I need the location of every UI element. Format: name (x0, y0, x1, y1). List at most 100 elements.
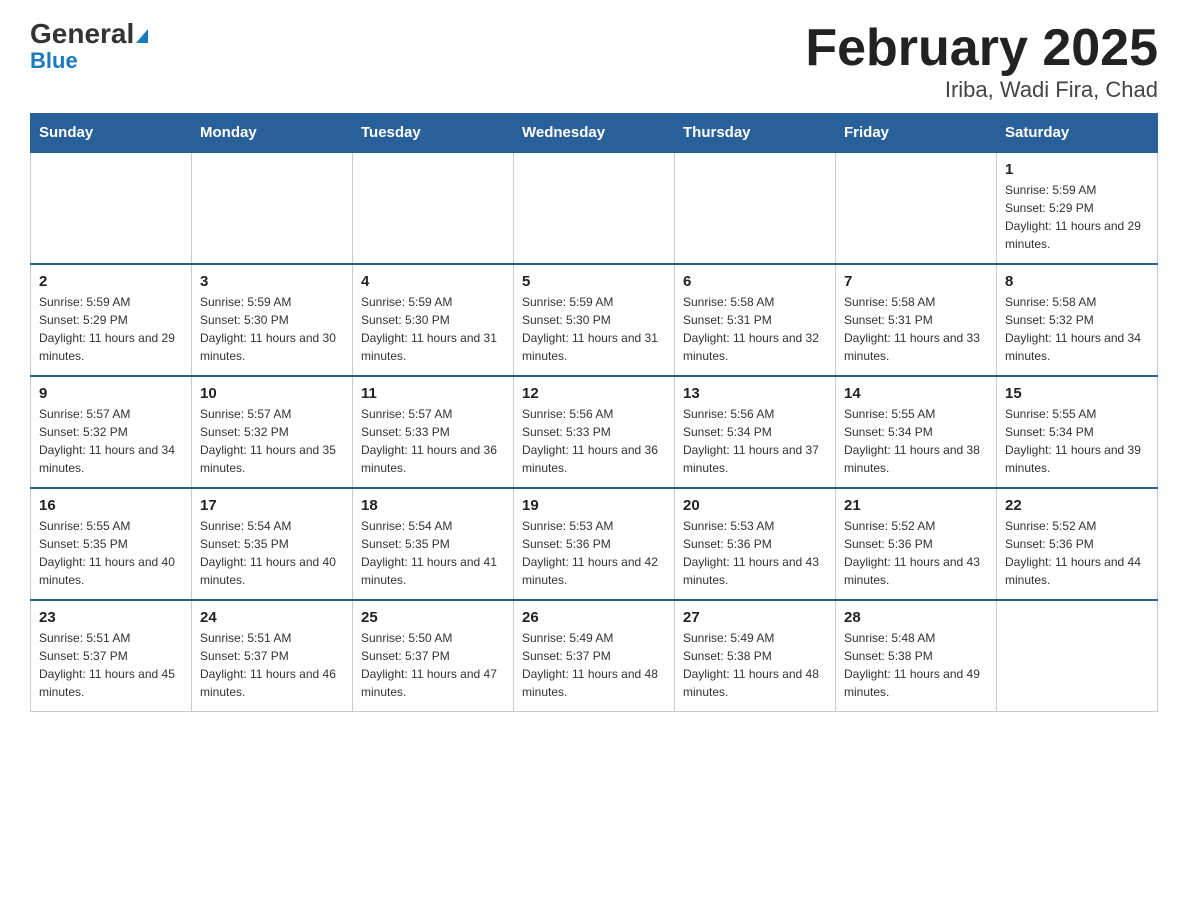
calendar-week-1: 1 Sunrise: 5:59 AMSunset: 5:29 PMDaylight… (31, 152, 1158, 264)
calendar-cell-w3-d6: 14 Sunrise: 5:55 AMSunset: 5:34 PMDayligh… (836, 376, 997, 488)
calendar-subtitle: Iriba, Wadi Fira, Chad (805, 77, 1158, 103)
day-info: Sunrise: 5:59 AMSunset: 5:29 PMDaylight:… (1005, 181, 1149, 253)
calendar-cell-w3-d4: 12 Sunrise: 5:56 AMSunset: 5:33 PMDayligh… (514, 376, 675, 488)
col-wednesday: Wednesday (514, 114, 675, 153)
day-info: Sunrise: 5:49 AMSunset: 5:38 PMDaylight:… (683, 629, 827, 701)
day-number: 24 (200, 609, 344, 626)
calendar-cell-w1-d1 (31, 152, 192, 264)
day-info: Sunrise: 5:52 AMSunset: 5:36 PMDaylight:… (1005, 517, 1149, 589)
day-info: Sunrise: 5:48 AMSunset: 5:38 PMDaylight:… (844, 629, 988, 701)
day-number: 23 (39, 609, 183, 626)
page-header: General Blue February 2025 Iriba, Wadi F… (30, 20, 1158, 103)
logo-general-text: General (30, 20, 148, 48)
calendar-cell-w4-d5: 20 Sunrise: 5:53 AMSunset: 5:36 PMDayligh… (675, 488, 836, 600)
calendar-cell-w5-d7 (997, 600, 1158, 712)
day-info: Sunrise: 5:56 AMSunset: 5:33 PMDaylight:… (522, 405, 666, 477)
calendar-cell-w2-d6: 7Sunrise: 5:58 AMSunset: 5:31 PMDaylight… (836, 264, 997, 376)
day-info: Sunrise: 5:51 AMSunset: 5:37 PMDaylight:… (200, 629, 344, 701)
calendar-cell-w3-d7: 15 Sunrise: 5:55 AMSunset: 5:34 PMDayligh… (997, 376, 1158, 488)
calendar-cell-w5-d6: 28 Sunrise: 5:48 AMSunset: 5:38 PMDayligh… (836, 600, 997, 712)
day-number: 4 (361, 273, 505, 290)
calendar-week-2: 2 Sunrise: 5:59 AMSunset: 5:29 PMDaylight… (31, 264, 1158, 376)
calendar-cell-w1-d5 (675, 152, 836, 264)
day-info: Sunrise: 5:55 AMSunset: 5:35 PMDaylight:… (39, 517, 183, 589)
calendar-week-4: 16Sunrise: 5:55 AMSunset: 5:35 PMDayligh… (31, 488, 1158, 600)
day-number: 1 (1005, 161, 1149, 178)
day-info: Sunrise: 5:49 AMSunset: 5:37 PMDaylight:… (522, 629, 666, 701)
day-info: Sunrise: 5:55 AMSunset: 5:34 PMDaylight:… (1005, 405, 1149, 477)
calendar-cell-w3-d5: 13 Sunrise: 5:56 AMSunset: 5:34 PMDayligh… (675, 376, 836, 488)
day-number: 25 (361, 609, 505, 626)
day-info: Sunrise: 5:57 AMSunset: 5:33 PMDaylight:… (361, 405, 505, 477)
calendar-cell-w2-d4: 5 Sunrise: 5:59 AMSunset: 5:30 PMDaylight… (514, 264, 675, 376)
day-info: Sunrise: 5:55 AMSunset: 5:34 PMDaylight:… (844, 405, 988, 477)
calendar-cell-w4-d1: 16Sunrise: 5:55 AMSunset: 5:35 PMDayligh… (31, 488, 192, 600)
day-number: 3 (200, 273, 344, 290)
calendar-cell-w3-d3: 11Sunrise: 5:57 AMSunset: 5:33 PMDayligh… (353, 376, 514, 488)
calendar-cell-w2-d2: 3 Sunrise: 5:59 AMSunset: 5:30 PMDaylight… (192, 264, 353, 376)
calendar-cell-w4-d2: 17 Sunrise: 5:54 AMSunset: 5:35 PMDayligh… (192, 488, 353, 600)
col-friday: Friday (836, 114, 997, 153)
calendar-week-5: 23 Sunrise: 5:51 AMSunset: 5:37 PMDayligh… (31, 600, 1158, 712)
day-number: 20 (683, 497, 827, 514)
title-block: February 2025 Iriba, Wadi Fira, Chad (805, 20, 1158, 103)
calendar-cell-w3-d2: 10 Sunrise: 5:57 AMSunset: 5:32 PMDayligh… (192, 376, 353, 488)
calendar-cell-w1-d2 (192, 152, 353, 264)
day-number: 13 (683, 385, 827, 402)
day-number: 9 (39, 385, 183, 402)
day-info: Sunrise: 5:56 AMSunset: 5:34 PMDaylight:… (683, 405, 827, 477)
day-info: Sunrise: 5:59 AMSunset: 5:30 PMDaylight:… (361, 293, 505, 365)
day-number: 19 (522, 497, 666, 514)
day-number: 15 (1005, 385, 1149, 402)
day-info: Sunrise: 5:57 AMSunset: 5:32 PMDaylight:… (200, 405, 344, 477)
day-number: 2 (39, 273, 183, 290)
day-number: 14 (844, 385, 988, 402)
day-number: 10 (200, 385, 344, 402)
col-sunday: Sunday (31, 114, 192, 153)
day-number: 27 (683, 609, 827, 626)
calendar-cell-w5-d4: 26 Sunrise: 5:49 AMSunset: 5:37 PMDayligh… (514, 600, 675, 712)
calendar-cell-w1-d3 (353, 152, 514, 264)
col-saturday: Saturday (997, 114, 1158, 153)
day-number: 5 (522, 273, 666, 290)
day-info: Sunrise: 5:54 AMSunset: 5:35 PMDaylight:… (361, 517, 505, 589)
day-number: 12 (522, 385, 666, 402)
calendar-title: February 2025 (805, 20, 1158, 77)
day-number: 22 (1005, 497, 1149, 514)
logo-triangle-icon (136, 29, 148, 43)
day-number: 17 (200, 497, 344, 514)
logo: General Blue (30, 20, 148, 72)
day-info: Sunrise: 5:53 AMSunset: 5:36 PMDaylight:… (522, 517, 666, 589)
calendar-cell-w4-d7: 22 Sunrise: 5:52 AMSunset: 5:36 PMDayligh… (997, 488, 1158, 600)
calendar-cell-w2-d7: 8 Sunrise: 5:58 AMSunset: 5:32 PMDaylight… (997, 264, 1158, 376)
day-number: 8 (1005, 273, 1149, 290)
day-info: Sunrise: 5:58 AMSunset: 5:32 PMDaylight:… (1005, 293, 1149, 365)
calendar-cell-w5-d1: 23 Sunrise: 5:51 AMSunset: 5:37 PMDayligh… (31, 600, 192, 712)
calendar-cell-w4-d6: 21Sunrise: 5:52 AMSunset: 5:36 PMDayligh… (836, 488, 997, 600)
calendar-cell-w5-d3: 25 Sunrise: 5:50 AMSunset: 5:37 PMDayligh… (353, 600, 514, 712)
day-info: Sunrise: 5:57 AMSunset: 5:32 PMDaylight:… (39, 405, 183, 477)
day-number: 6 (683, 273, 827, 290)
calendar-cell-w5-d2: 24 Sunrise: 5:51 AMSunset: 5:37 PMDayligh… (192, 600, 353, 712)
day-number: 18 (361, 497, 505, 514)
day-number: 26 (522, 609, 666, 626)
day-info: Sunrise: 5:53 AMSunset: 5:36 PMDaylight:… (683, 517, 827, 589)
calendar-cell-w2-d1: 2 Sunrise: 5:59 AMSunset: 5:29 PMDaylight… (31, 264, 192, 376)
day-info: Sunrise: 5:51 AMSunset: 5:37 PMDaylight:… (39, 629, 183, 701)
calendar-cell-w2-d3: 4 Sunrise: 5:59 AMSunset: 5:30 PMDaylight… (353, 264, 514, 376)
calendar-cell-w5-d5: 27 Sunrise: 5:49 AMSunset: 5:38 PMDayligh… (675, 600, 836, 712)
col-monday: Monday (192, 114, 353, 153)
calendar-cell-w1-d6 (836, 152, 997, 264)
day-info: Sunrise: 5:59 AMSunset: 5:30 PMDaylight:… (522, 293, 666, 365)
day-number: 7 (844, 273, 988, 290)
day-number: 28 (844, 609, 988, 626)
calendar-cell-w1-d7: 1 Sunrise: 5:59 AMSunset: 5:29 PMDaylight… (997, 152, 1158, 264)
day-info: Sunrise: 5:50 AMSunset: 5:37 PMDaylight:… (361, 629, 505, 701)
calendar-cell-w1-d4 (514, 152, 675, 264)
day-number: 21 (844, 497, 988, 514)
calendar-cell-w3-d1: 9 Sunrise: 5:57 AMSunset: 5:32 PMDaylight… (31, 376, 192, 488)
day-info: Sunrise: 5:54 AMSunset: 5:35 PMDaylight:… (200, 517, 344, 589)
calendar-week-3: 9 Sunrise: 5:57 AMSunset: 5:32 PMDaylight… (31, 376, 1158, 488)
day-info: Sunrise: 5:59 AMSunset: 5:29 PMDaylight:… (39, 293, 183, 365)
day-info: Sunrise: 5:59 AMSunset: 5:30 PMDaylight:… (200, 293, 344, 365)
